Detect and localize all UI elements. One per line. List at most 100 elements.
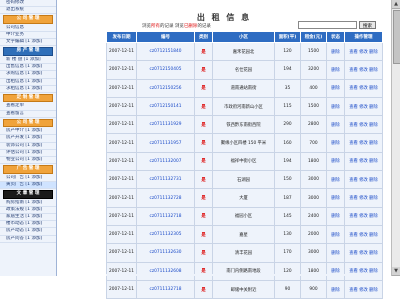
community-cell: 石湖园: [212, 170, 275, 190]
sidebar-item[interactable]: 房产开发 [1 添加]: [0, 135, 56, 143]
status-link[interactable]: 删除: [326, 133, 345, 153]
status-link[interactable]: 删除: [326, 41, 345, 62]
id-link[interactable]: cz0712150405: [136, 60, 195, 80]
category-cell: 是: [194, 41, 213, 62]
sidebar-item[interactable]: 密码修改: [0, 0, 56, 8]
scroll-down-icon[interactable]: ▼: [392, 267, 400, 276]
sidebar-item[interactable]: 公司广告 [1 添加]: [0, 175, 56, 182]
search-input[interactable]: [298, 21, 357, 29]
category-cell: 是: [194, 133, 213, 153]
id-link[interactable]: cz0711131957: [136, 133, 195, 153]
table-row: 2007-12-11 cz0711132305 是嘉星 130 2000 删除 查看 修改 …: [106, 224, 383, 245]
area-cell: 90: [274, 279, 301, 299]
table-row: 2007-12-11 cz0711132007 是福祥中街小区 194 1800 删除 查看…: [106, 151, 383, 172]
status-link[interactable]: 删除: [326, 151, 345, 172]
view-deleted-link[interactable]: 已删除: [184, 24, 198, 29]
status-link[interactable]: 删除: [326, 78, 345, 98]
search-button[interactable]: 搜索: [359, 20, 376, 29]
status-link[interactable]: 删除: [326, 243, 345, 263]
sidebar-item[interactable]: 查看留言: [0, 111, 56, 118]
actions-cell[interactable]: 查看 修改 删除: [344, 133, 383, 153]
community-cell: 名仕花园: [212, 60, 275, 80]
actions-cell[interactable]: 查看 修改 删除: [344, 206, 383, 226]
status-link[interactable]: 删除: [326, 170, 345, 190]
actions-cell[interactable]: 查看 修改 删除: [344, 243, 383, 263]
rent-cell: 3000: [300, 243, 327, 263]
id-link[interactable]: cz0711131929: [136, 115, 195, 135]
actions-cell[interactable]: 查看 修改 删除: [344, 279, 383, 299]
sidebar-item[interactable]: 公司信息: [0, 25, 56, 33]
date-cell: 2007-12-11: [106, 279, 137, 299]
scroll-up-icon[interactable]: ▲: [392, 0, 400, 9]
sidebar-section-header: 房 产 管 理: [3, 47, 53, 56]
category-cell: 是: [194, 151, 213, 172]
status-link[interactable]: 删除: [326, 60, 345, 80]
date-cell: 2007-12-11: [106, 188, 137, 208]
sidebar-item[interactable]: 查看定单: [0, 103, 56, 111]
id-link[interactable]: cz0711132007: [136, 151, 195, 172]
sidebar-item[interactable]: 家居生活 [1 添加]: [0, 214, 56, 222]
sidebar-item[interactable]: 购房指南 [1 添加]: [0, 200, 56, 207]
actions-cell[interactable]: 查看 修改 删除: [344, 115, 383, 135]
view-all-link[interactable]: 所有: [151, 24, 160, 29]
id-link[interactable]: cz0712150141: [136, 96, 195, 117]
actions-cell[interactable]: 查看 修改 删除: [344, 151, 383, 172]
sidebar-item[interactable]: 房产中介 [1 添加]: [0, 128, 56, 136]
sidebar-item[interactable]: 房产问答 [1 添加]: [0, 236, 56, 243]
sidebar-item[interactable]: 装饰公司 [1 添加]: [0, 143, 56, 150]
date-cell: 2007-12-11: [106, 96, 137, 117]
id-link[interactable]: cz0711132718: [136, 279, 195, 299]
actions-cell[interactable]: 查看 修改 删除: [344, 78, 383, 98]
status-link[interactable]: 删除: [326, 261, 345, 281]
sidebar-item[interactable]: 退出系统: [0, 7, 56, 15]
sidebar-item[interactable]: 新 楼 盘 [1 添加]: [0, 57, 56, 65]
id-link[interactable]: cz0712150256: [136, 78, 195, 98]
sidebar: 密码修改 退出系统公 司 管 理公司信息 中介业务 文字编辑 [1 添加] 房 产 管 …: [0, 0, 57, 276]
id-link[interactable]: cz0711132630: [136, 243, 195, 263]
sidebar-item[interactable]: 评估公司 [1 添加]: [0, 150, 56, 157]
status-link[interactable]: 删除: [326, 115, 345, 135]
status-link[interactable]: 删除: [326, 188, 345, 208]
rent-cell: 700: [300, 133, 327, 153]
vertical-scrollbar[interactable]: ▲ ▼: [391, 0, 400, 276]
actions-cell[interactable]: 查看 修改 删除: [344, 96, 383, 117]
id-link[interactable]: cz0711132305: [136, 224, 195, 245]
community-cell: 大厦: [212, 188, 275, 208]
sidebar-item[interactable]: 黄页广告 [1 添加]: [0, 181, 56, 190]
sidebar-item[interactable]: 文字编辑 [1 添加]: [0, 39, 56, 47]
status-link[interactable]: 删除: [326, 206, 345, 226]
sidebar-item[interactable]: 中介业务: [0, 32, 56, 40]
sidebar-item[interactable]: 求租信息 [1 添加]: [0, 86, 56, 93]
id-link[interactable]: cz0712151840: [136, 41, 195, 62]
id-link[interactable]: cz0711132608: [136, 261, 195, 281]
actions-cell[interactable]: 查看 修改 删除: [344, 41, 383, 62]
id-link[interactable]: cz0711132718: [136, 206, 195, 226]
actions-cell[interactable]: 查看 修改 删除: [344, 261, 383, 281]
scroll-thumb[interactable]: [393, 10, 400, 64]
rent-cell: 1800: [300, 151, 327, 172]
column-header: 状态: [326, 31, 345, 43]
sidebar-item[interactable]: 求购信息 [1 添加]: [0, 71, 56, 79]
actions-cell[interactable]: 查看 修改 删除: [344, 170, 383, 190]
status-link[interactable]: 删除: [326, 279, 345, 299]
table-row: 2007-12-11 cz0712150256 是道南通站南街 35 400 删除 查看 修…: [106, 78, 383, 98]
status-link[interactable]: 删除: [326, 224, 345, 245]
actions-cell[interactable]: 查看 修改 删除: [344, 224, 383, 245]
actions-cell[interactable]: 查看 修改 删除: [344, 60, 383, 80]
id-link[interactable]: cz0711132731: [136, 170, 195, 190]
column-header: 面积(平): [274, 31, 301, 43]
table-row: 2007-12-11 cz0712150141 是市政府河南新山小区 115 1500 删…: [106, 96, 383, 117]
rent-cell: 1800: [300, 261, 327, 281]
sidebar-item[interactable]: 楼市动态 [1 添加]: [0, 221, 56, 229]
sidebar-item[interactable]: 出租信息 [1 添加]: [0, 79, 56, 86]
sidebar-item[interactable]: 政策法规 [1 添加]: [0, 207, 56, 214]
sidebar-item[interactable]: 出售信息 [1 添加]: [0, 64, 56, 72]
table-row: 2007-12-11 cz0711132731 是石湖园 150 3000 删除 查看 修改…: [106, 170, 383, 190]
status-link[interactable]: 删除: [326, 96, 345, 117]
date-cell: 2007-12-11: [106, 115, 137, 135]
actions-cell[interactable]: 查看 修改 删除: [344, 188, 383, 208]
sidebar-item[interactable]: 房产动态 [1 添加]: [0, 228, 56, 236]
id-link[interactable]: cz0711132728: [136, 188, 195, 208]
date-cell: 2007-12-11: [106, 243, 137, 263]
sidebar-item[interactable]: 物业公司 [1 添加]: [0, 157, 56, 165]
